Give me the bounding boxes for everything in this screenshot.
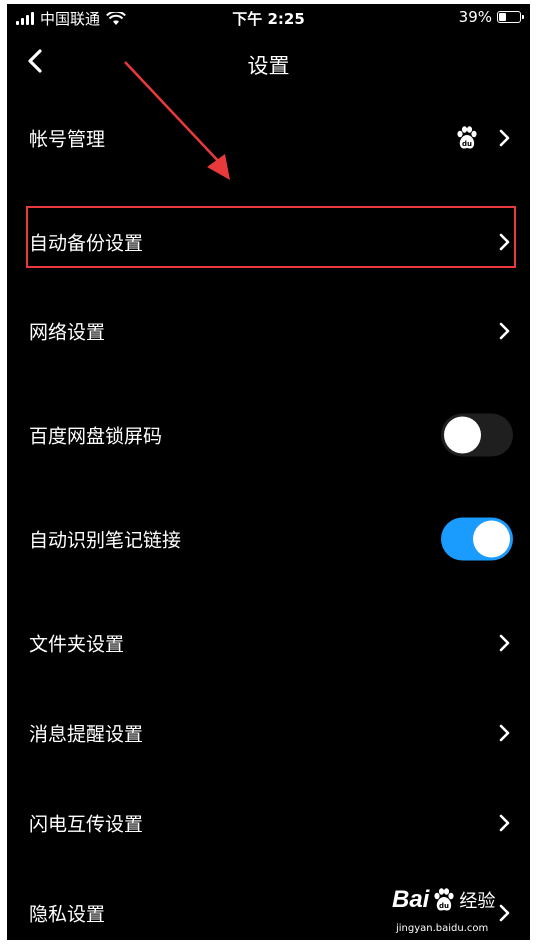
watermark-brand-c: 经验 (459, 891, 496, 912)
battery-percent: 39% (458, 8, 492, 26)
chevron-right-icon (499, 322, 510, 340)
chevron-right-icon (499, 129, 510, 147)
watermark-brand-a: Bai (392, 886, 430, 913)
settings-item-label: 闪电互传设置 (29, 813, 144, 836)
settings-item-label: 隐私设置 (29, 903, 106, 926)
highlight-box (26, 206, 516, 268)
toggle-knob (473, 520, 510, 558)
chevron-right-icon (499, 814, 510, 832)
baidu-paw-icon: du (457, 126, 477, 149)
clock: 下午 2:25 (232, 10, 305, 28)
chevron-right-icon (499, 724, 510, 742)
baidu-jingyan-watermark: Bai du 经验 jingyan.baidu.com (392, 886, 522, 934)
settings-item-quick-transfer[interactable]: 闪电互传设置 (7, 788, 530, 858)
baidu-paw-icon: du (434, 888, 454, 911)
chevron-right-icon (499, 634, 510, 652)
settings-item-folder[interactable]: 文件夹设置 (7, 608, 530, 678)
settings-screen: 中国联通 下午 2:25 39% 设置 帐号管理 du 自动备份设置 网络设置 (7, 4, 530, 940)
watermark-url: jingyan.baidu.com (396, 923, 489, 934)
page-title: 设置 (247, 54, 290, 78)
settings-item-label: 帐号管理 (29, 128, 106, 151)
battery-icon (497, 11, 524, 23)
status-bar: 中国联通 下午 2:25 39% (7, 4, 530, 30)
settings-item-note-link-detect: 自动识别笔记链接 (7, 504, 530, 574)
watermark-brand-b: du (439, 902, 449, 910)
note-link-detect-toggle[interactable] (441, 517, 513, 561)
navigation-bar: 设置 (7, 40, 530, 84)
settings-item-lock-code: 百度网盘锁屏码 (7, 400, 530, 470)
settings-item-network[interactable]: 网络设置 (7, 296, 530, 366)
settings-item-notifications[interactable]: 消息提醒设置 (7, 698, 530, 768)
toggle-knob (444, 416, 481, 454)
settings-item-label: 网络设置 (29, 321, 106, 344)
battery-level-fill (499, 13, 507, 21)
settings-item-label: 自动识别笔记链接 (29, 529, 182, 552)
settings-item-label: 消息提醒设置 (29, 723, 144, 746)
settings-item-label: 百度网盘锁屏码 (29, 425, 163, 448)
lock-code-toggle[interactable] (441, 413, 513, 457)
settings-item-label: 文件夹设置 (29, 633, 125, 656)
settings-item-account[interactable]: 帐号管理 du (7, 103, 530, 173)
svg-text:du: du (462, 140, 472, 148)
